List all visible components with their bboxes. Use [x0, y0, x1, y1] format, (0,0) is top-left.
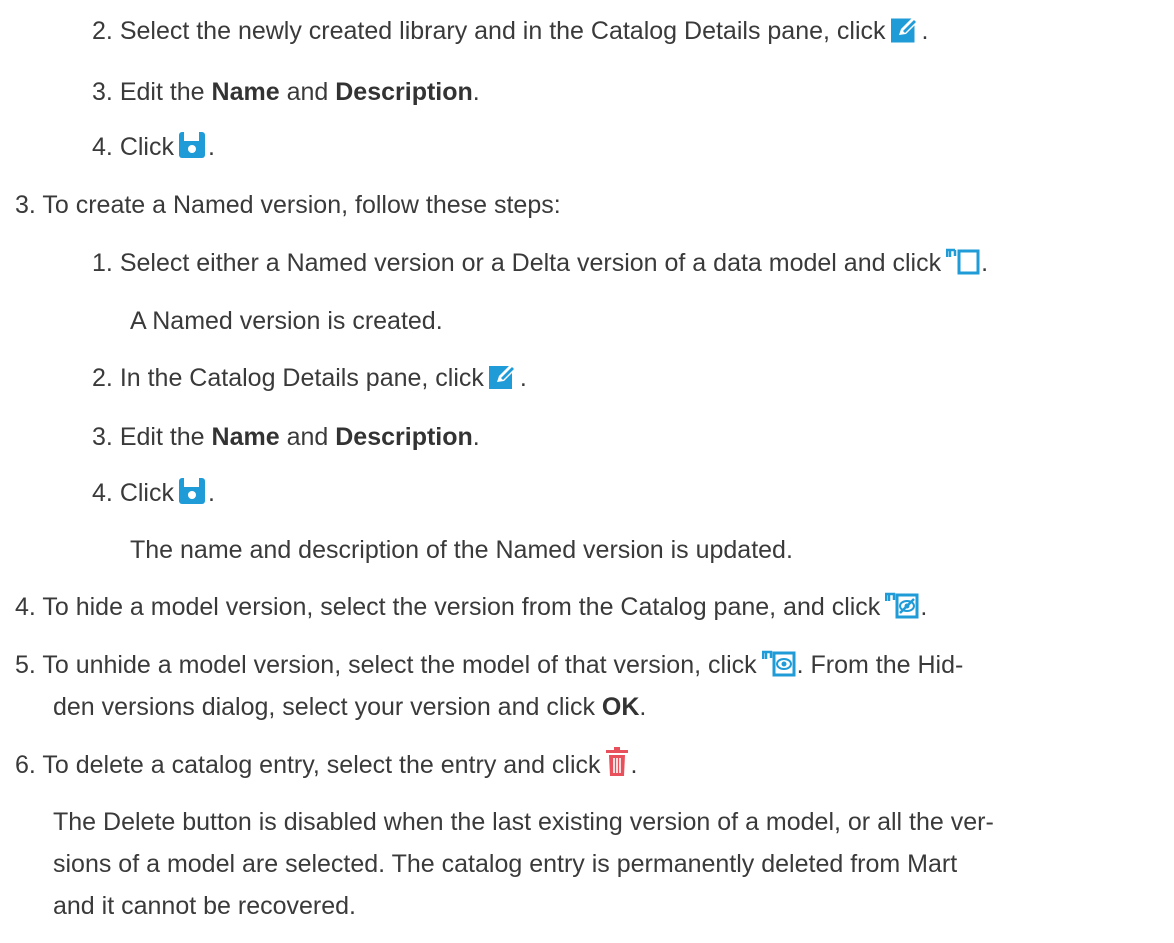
- bold-term: Description: [335, 423, 473, 451]
- step-3-1-result: A Named version is created.: [130, 304, 443, 338]
- step-text: To create a Named version, follow these …: [42, 191, 561, 219]
- note-text: and it cannot be recovered.: [53, 892, 356, 920]
- step-text: den versions dialog, select your version…: [53, 693, 602, 721]
- step-2-4: 4. Click.: [92, 130, 215, 164]
- bold-term: Name: [211, 423, 280, 451]
- step-text: In the Catalog Details pane, click: [119, 364, 484, 392]
- bold-term: Description: [335, 78, 473, 106]
- note-text: The Delete button is disabled when the l…: [53, 808, 994, 836]
- step-5-line2: den versions dialog, select your version…: [53, 690, 646, 724]
- edit-icon: [488, 362, 519, 390]
- step-text: To delete a catalog entry, select the en…: [42, 751, 601, 779]
- step-text: and: [279, 78, 336, 106]
- step-5: 5. To unhide a model version, select the…: [15, 648, 963, 682]
- step-number: 2.: [92, 17, 113, 45]
- step-number: 4.: [15, 593, 36, 621]
- step-text: To hide a model version, select the vers…: [42, 593, 881, 621]
- step-6-note-line2: sions of a model are selected. The catal…: [53, 847, 957, 881]
- step-text: Click: [119, 479, 174, 507]
- step-text: Select either a Named version or a Delta…: [119, 249, 942, 277]
- step-text: .: [630, 751, 638, 779]
- step-text: .: [921, 17, 929, 45]
- unhide-version-icon: [761, 649, 796, 677]
- step-3-2: 2. In the Catalog Details pane, click.: [92, 361, 527, 395]
- note-text: sions of a model are selected. The catal…: [53, 850, 958, 878]
- step-6-note-line1: The Delete button is disabled when the l…: [53, 805, 994, 839]
- step-text: .: [981, 249, 989, 277]
- step-text: Select the newly created library and in …: [119, 17, 886, 45]
- step-text: Edit the: [119, 78, 212, 106]
- step-6: 6. To delete a catalog entry, select the…: [15, 747, 638, 782]
- step-text: . From the Hid-: [796, 651, 964, 679]
- step-4: 4. To hide a model version, select the v…: [15, 590, 927, 624]
- step-number: 4.: [92, 479, 113, 507]
- step-number: 2.: [92, 364, 113, 392]
- result-text: A Named version is created.: [130, 307, 443, 335]
- step-text: .: [472, 423, 480, 451]
- step-2-2: 2. Select the newly created library and …: [92, 14, 928, 48]
- delete-icon: [605, 747, 630, 777]
- hide-version-icon: [885, 591, 919, 619]
- step-text: Edit the: [119, 423, 212, 451]
- step-3-1: 1. Select either a Named version or a De…: [92, 246, 988, 280]
- step-3-4: 4. Click.: [92, 476, 215, 510]
- step-text: .: [207, 479, 215, 507]
- step-3: 3. To create a Named version, follow the…: [15, 188, 561, 222]
- step-number: 6.: [15, 751, 36, 779]
- step-number: 3.: [92, 78, 113, 106]
- step-number: 4.: [92, 133, 113, 161]
- step-number: 3.: [15, 191, 36, 219]
- step-text: .: [472, 78, 480, 106]
- step-text: .: [519, 364, 527, 392]
- result-text: The name and description of the Named ve…: [130, 536, 793, 564]
- step-number: 1.: [92, 249, 113, 277]
- step-text: .: [920, 593, 928, 621]
- bold-term: Name: [211, 78, 280, 106]
- create-named-version-icon: [946, 247, 980, 275]
- step-text: .: [207, 133, 215, 161]
- edit-icon: [890, 15, 921, 43]
- step-number: 3.: [92, 423, 113, 451]
- step-6-note-line3: and it cannot be recovered.: [53, 889, 356, 923]
- step-text: To unhide a model version, select the mo…: [42, 651, 757, 679]
- bold-term: OK: [601, 693, 640, 721]
- step-2-3: 3. Edit the Name and Description.: [92, 75, 480, 109]
- step-3-3: 3. Edit the Name and Description.: [92, 420, 480, 454]
- step-text: .: [639, 693, 647, 721]
- save-icon: [178, 477, 207, 505]
- step-text: and: [279, 423, 336, 451]
- save-icon: [178, 131, 207, 159]
- step-number: 5.: [15, 651, 36, 679]
- step-3-4-result: The name and description of the Named ve…: [130, 533, 793, 567]
- step-text: Click: [119, 133, 174, 161]
